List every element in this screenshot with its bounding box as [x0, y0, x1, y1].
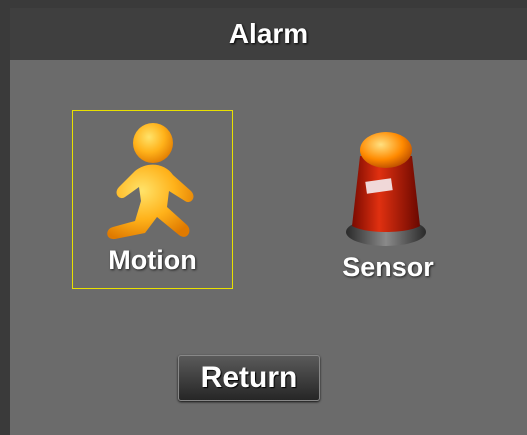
sensor-label: Sensor	[342, 252, 434, 282]
return-button[interactable]: Return	[178, 355, 320, 401]
motion-label: Motion	[108, 245, 197, 275]
motion-option[interactable]: Motion	[72, 110, 233, 289]
alarm-beacon-icon	[336, 126, 436, 248]
alarm-screen: Alarm Motion Sensor Return	[10, 8, 527, 435]
running-person-icon	[95, 121, 213, 247]
sensor-option[interactable]: Sensor	[318, 126, 458, 296]
title-bar: Alarm	[10, 8, 527, 60]
page-title: Alarm	[228, 18, 309, 49]
